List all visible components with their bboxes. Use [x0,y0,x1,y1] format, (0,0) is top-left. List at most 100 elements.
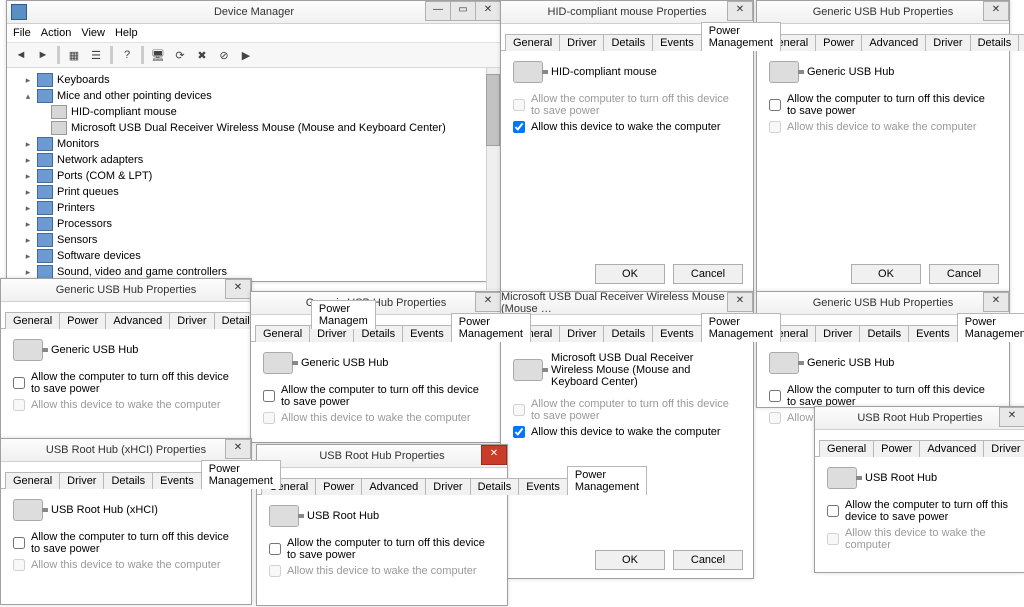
tab-power[interactable]: Power [815,34,862,51]
menu-help[interactable]: Help [115,27,138,39]
close-button[interactable]: ✕ [481,445,507,465]
tab-general[interactable]: General [819,440,874,457]
expand-icon[interactable]: ▴ [23,91,33,102]
close-button[interactable]: ✕ [727,1,753,21]
forward-icon[interactable]: ► [33,45,53,65]
tree-node[interactable]: ▸Keyboards [9,72,499,88]
scrollbar-thumb[interactable] [486,74,500,146]
cancel-button[interactable]: Cancel [929,264,999,284]
menu-file[interactable]: File [13,27,31,39]
tab-general[interactable]: General [255,325,310,342]
tab-details[interactable]: Details [103,472,153,489]
back-icon[interactable]: ◄ [11,45,31,65]
tab-power[interactable]: Power [315,478,362,495]
tab-power-managem[interactable]: Power Managem [311,300,376,329]
tab-events[interactable]: Events [152,472,202,489]
expand-icon[interactable]: ▸ [23,235,33,246]
tab-power[interactable]: Power [873,440,920,457]
tree-node[interactable]: HID-compliant mouse [9,104,499,120]
tree-node[interactable]: ▴Mice and other pointing devices [9,88,499,104]
device-tree[interactable]: ▸Keyboards▴Mice and other pointing devic… [7,68,501,290]
tree-node[interactable]: ▸Ports (COM & LPT) [9,168,499,184]
tab-events[interactable]: Events [652,325,702,342]
tab-details[interactable]: Details [470,478,520,495]
cancel-button[interactable]: Cancel [673,550,743,570]
tab-driver[interactable]: Driver [559,325,604,342]
titlebar[interactable]: Microsoft USB Dual Receiver Wireless Mou… [501,292,753,315]
ok-button[interactable]: OK [595,264,665,284]
ok-button[interactable]: OK [595,550,665,570]
allow-wake-checkbox[interactable] [513,121,525,133]
expand-icon[interactable]: ▸ [23,75,33,86]
enable-icon[interactable]: ▶ [236,45,256,65]
uninstall-icon[interactable]: ✖ [192,45,212,65]
tab-events[interactable]: Events [908,325,958,342]
tab-driver[interactable]: Driver [425,478,470,495]
titlebar[interactable]: Generic USB Hub Properties✕ [251,292,501,315]
tab-power-management[interactable]: Power Management [567,466,647,495]
titlebar[interactable]: HID-compliant mouse Properties✕ [501,1,753,24]
expand-icon[interactable]: ▸ [23,203,33,214]
allow-power-off-checkbox[interactable] [13,377,25,389]
help-icon[interactable]: ? [117,45,137,65]
tab-general[interactable]: General [505,34,560,51]
titlebar[interactable]: USB Root Hub Properties✕ [815,407,1024,430]
maximize-button[interactable]: ▭ [450,1,476,21]
allow-wake-checkbox[interactable] [513,426,525,438]
allow-power-off-checkbox[interactable] [769,99,781,111]
tree-node[interactable]: ▸Network adapters [9,152,499,168]
close-button[interactable]: ✕ [225,279,251,299]
titlebar[interactable]: Generic USB Hub Properties✕ [757,292,1009,315]
allow-power-off-checkbox[interactable] [269,543,281,555]
expand-icon[interactable]: ▸ [23,171,33,182]
expand-icon[interactable]: ▸ [23,219,33,230]
titlebar[interactable]: Generic USB Hub Properties✕ [757,1,1009,24]
menu-view[interactable]: View [81,27,105,39]
tab-power-management[interactable]: Power Management [201,460,281,489]
minimize-button[interactable]: — [425,1,451,21]
tab-events[interactable]: Events [518,478,568,495]
tree-node[interactable]: ▸Software devices [9,248,499,264]
tab-power-management[interactable]: Power Management [957,313,1024,342]
allow-power-off-checkbox[interactable] [263,390,275,402]
allow-power-off-checkbox[interactable] [827,505,839,517]
close-button[interactable]: ✕ [983,1,1009,21]
tree-node[interactable]: ▸Sensors [9,232,499,248]
scan-icon[interactable]: 🖥 [148,45,168,65]
tab-power[interactable]: Power [59,312,106,329]
close-button[interactable]: ✕ [727,292,753,312]
tab-driver[interactable]: Driver [59,472,104,489]
expand-icon[interactable]: ▸ [23,187,33,198]
show-hide-tree-icon[interactable]: ▦ [64,45,84,65]
expand-icon[interactable]: ▸ [23,139,33,150]
titlebar[interactable]: USB Root Hub Properties✕ [257,445,507,468]
tab-driver[interactable]: Driver [983,440,1024,457]
close-button[interactable]: ✕ [999,407,1024,427]
allow-power-off-checkbox[interactable] [769,390,781,402]
allow-power-off-checkbox[interactable] [13,537,25,549]
tree-node[interactable]: ▸Monitors [9,136,499,152]
expand-icon[interactable]: ▸ [23,251,33,262]
tab-general[interactable]: General [5,472,60,489]
tab-general[interactable]: General [5,312,60,329]
close-button[interactable]: ✕ [475,1,501,21]
cancel-button[interactable]: Cancel [673,264,743,284]
tab-driver[interactable]: Driver [815,325,860,342]
tab-power-management[interactable]: Power Management [701,313,781,342]
update-driver-icon[interactable]: ⟳ [170,45,190,65]
tab-details[interactable]: Details [859,325,909,342]
tab-driver[interactable]: Driver [925,34,970,51]
titlebar[interactable]: Generic USB Hub Properties✕ [1,279,251,302]
tab-advanced[interactable]: Advanced [861,34,926,51]
tab-advanced[interactable]: Advanced [105,312,170,329]
disable-icon[interactable]: ⊘ [214,45,234,65]
tab-events[interactable]: Events [652,34,702,51]
tab-driver[interactable]: Driver [559,34,604,51]
close-button[interactable]: ✕ [475,292,501,312]
tab-power-management[interactable]: Power Management [701,22,781,51]
ok-button[interactable]: OK [851,264,921,284]
tab-driver[interactable]: Driver [169,312,214,329]
expand-icon[interactable]: ▸ [23,267,33,278]
tree-node[interactable]: ▸Processors [9,216,499,232]
scrollbar[interactable] [486,68,501,290]
